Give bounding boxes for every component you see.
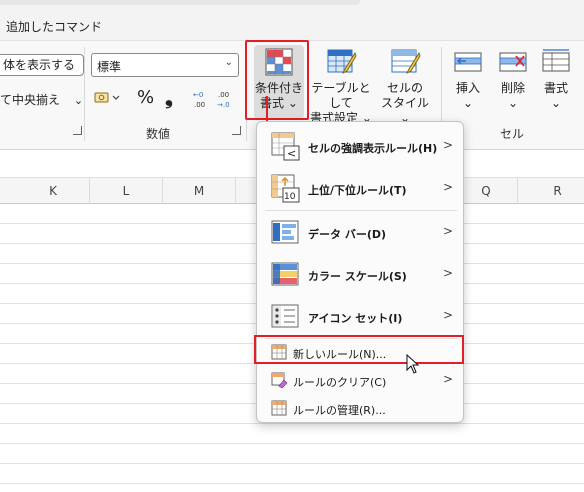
menu-item-label: セルの強調表示ルール(H) <box>308 142 438 155</box>
svg-text:→.0: →.0 <box>217 101 230 109</box>
menu-item-clear-rules[interactable]: ルールのクリア(C) > <box>261 367 459 393</box>
data-bars-icon <box>271 220 299 244</box>
menu-item-highlight-cells-rules[interactable]: < セルの強調表示ルール(H) > <box>261 126 459 166</box>
number-format-value: 標準 <box>97 60 122 74</box>
delete-cells-button[interactable]: 削除 ⌄ <box>493 47 533 111</box>
mouse-cursor-icon <box>406 354 420 374</box>
increase-decimal-button[interactable]: ←0 .00 <box>192 88 212 113</box>
svg-text:.00: .00 <box>194 101 205 109</box>
chevron-down-icon: ⌄ <box>550 96 562 110</box>
decrease-decimal-button[interactable]: .00 →.0 <box>216 88 238 113</box>
delete-cells-label: 削除 <box>500 81 525 95</box>
chevron-right-icon: > <box>442 266 453 280</box>
comma-style-button[interactable]: ❟ <box>165 85 173 109</box>
chevron-right-icon: > <box>442 308 453 322</box>
chevron-down-icon: ⌄ <box>73 94 84 107</box>
accounting-format-button[interactable] <box>94 90 122 109</box>
chevron-right-icon: > <box>442 180 453 194</box>
chevron-down-icon: ⌄ <box>462 96 474 110</box>
menu-item-color-scales[interactable]: カラー スケール(S) > <box>261 254 459 294</box>
percent-style-button[interactable]: % <box>137 87 154 108</box>
column-header[interactable]: M <box>163 178 236 204</box>
menu-item-label: カラー スケール(S) <box>308 270 407 283</box>
format-cells-button[interactable]: 書式 ⌄ <box>536 47 576 111</box>
quick-access-strip <box>0 0 360 5</box>
column-header[interactable]: L <box>90 178 163 204</box>
cell-styles-label-1: セルの <box>386 81 423 95</box>
cell-styles-icon <box>391 49 421 74</box>
number-group-label: 数値 <box>146 127 171 141</box>
color-scales-icon <box>271 262 299 286</box>
insert-cells-icon <box>454 52 482 72</box>
menu-item-label: アイコン セット(I) <box>308 312 403 325</box>
menu-item-top-bottom-rules[interactable]: 10 上位/下位ルール(T) > <box>261 168 459 208</box>
chevron-right-icon: > <box>442 224 453 238</box>
clear-rules-icon <box>271 372 287 388</box>
menu-item-icon-sets[interactable]: アイコン セット(I) > <box>261 296 459 336</box>
number-dialog-launcher-icon[interactable] <box>232 126 241 135</box>
decrease-decimal-icon: .00 →.0 <box>217 91 230 109</box>
highlight-cells-rules-icon: < <box>271 132 300 161</box>
cells-group-label: セル <box>500 127 525 141</box>
svg-text:←0: ←0 <box>193 91 203 99</box>
svg-text:<: < <box>287 147 296 160</box>
show-all-button[interactable]: 体を表示する <box>0 54 85 76</box>
merge-center-button[interactable]: て中央揃え ⌄ <box>0 91 83 108</box>
custom-tab-title[interactable]: 追加したコマンド <box>6 18 102 35</box>
format-as-table-icon <box>327 49 357 74</box>
svg-text:.00: .00 <box>218 91 229 99</box>
group-divider <box>84 47 85 141</box>
chevron-right-icon: > <box>442 372 453 386</box>
delete-cells-icon <box>499 52 527 72</box>
format-cells-label: 書式 <box>543 81 568 95</box>
column-header[interactable]: Q <box>455 178 518 204</box>
increase-decimal-icon: ←0 .00 <box>193 91 205 109</box>
insert-cells-button[interactable]: 挿入 ⌄ <box>448 47 488 111</box>
number-format-select[interactable]: 標準 ⌄ <box>91 53 239 77</box>
top-bottom-rules-icon: 10 <box>271 174 300 203</box>
menu-item-label: ルールの管理(R)... <box>293 404 386 417</box>
cell-styles-button[interactable]: セルの スタイル ⌄ <box>378 47 432 126</box>
new-rule-highlight <box>254 335 464 364</box>
chevron-down-icon: ⌄ <box>507 96 519 110</box>
icon-sets-icon <box>271 304 299 328</box>
manage-rules-icon <box>271 400 287 416</box>
alignment-dialog-launcher-icon[interactable] <box>73 126 82 135</box>
cell-styles-label-2: スタイル <box>380 96 429 110</box>
insert-cells-label: 挿入 <box>455 81 480 95</box>
currency-icon <box>94 92 120 103</box>
menu-item-data-bars[interactable]: データ バー(D) > <box>261 212 459 252</box>
svg-text:10: 10 <box>284 192 296 202</box>
format-as-table-button[interactable]: テーブルとして 書式設定 ⌄ <box>309 47 373 126</box>
menu-separator <box>265 210 457 211</box>
chevron-down-icon: ⌄ <box>224 57 233 68</box>
menu-item-label: データ バー(D) <box>308 228 387 241</box>
merge-center-label: て中央揃え <box>0 93 61 107</box>
menu-item-label: 上位/下位ルール(T) <box>308 184 407 197</box>
conditional-formatting-menu: < セルの強調表示ルール(H) > 10 上位/下位ルール(T) > データ バ… <box>256 121 464 423</box>
column-header[interactable]: R <box>518 178 584 204</box>
format-cells-icon <box>542 49 570 72</box>
column-header[interactable]: K <box>17 178 90 204</box>
format-as-table-label-1: テーブルとして <box>311 81 371 110</box>
menu-item-label: ルールのクリア(C) <box>293 376 387 389</box>
menu-item-manage-rules[interactable]: ルールの管理(R)... <box>261 395 459 421</box>
chevron-right-icon: > <box>442 138 453 152</box>
